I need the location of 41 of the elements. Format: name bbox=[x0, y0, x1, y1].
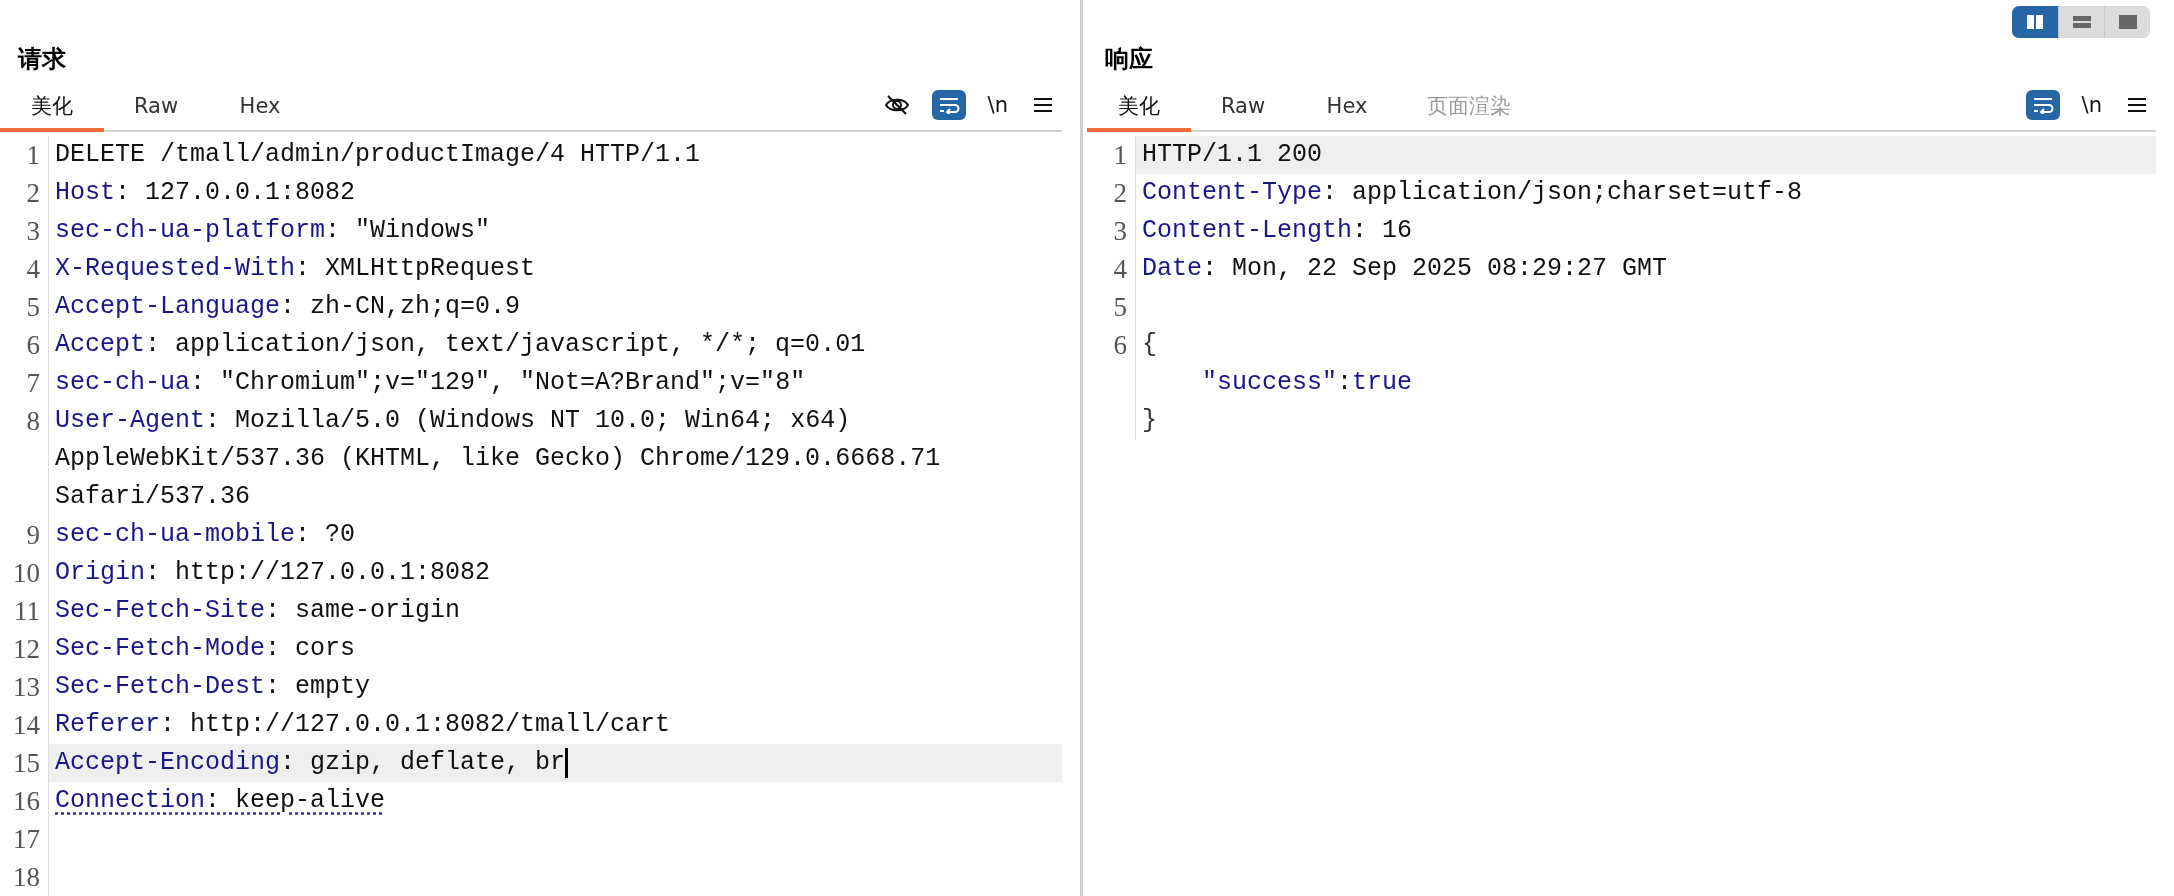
tab[interactable]: Hex bbox=[1295, 82, 1399, 132]
code-text: Date: Mon, 22 Sep 2025 08:29:27 GMT bbox=[1142, 253, 1668, 285]
tab[interactable]: Hex bbox=[208, 82, 312, 132]
pane-title: 响应 bbox=[1104, 44, 1153, 75]
code-text: DELETE /tmall/admin/productImage/4 HTTP/1.1 bbox=[55, 139, 701, 171]
code-text: HTTP/1.1 200 bbox=[1142, 139, 1323, 171]
single-pane-icon bbox=[2118, 15, 2137, 29]
code-text: Sec-Fetch-Site: same-origin bbox=[55, 595, 461, 627]
code-text: Connection: keep-alive bbox=[55, 785, 386, 817]
code-text: Origin: http://127.0.0.1:8082 bbox=[55, 557, 491, 589]
code-text: Accept-Encoding: gzip, deflate, br bbox=[55, 747, 566, 779]
code-text: sec-ch-ua: "Chromium";v="129", "Not=A?Brand";v="8" bbox=[55, 367, 806, 399]
code-text: "success":true bbox=[1202, 367, 1413, 399]
tab[interactable]: Raw bbox=[1191, 82, 1295, 132]
code-text: X-Requested-With: XMLHttpRequest bbox=[55, 253, 536, 285]
newline-toggle[interactable]: \n bbox=[2077, 90, 2106, 120]
code-text: Content-Type: application/json;charset=utf-8 bbox=[1142, 177, 1803, 209]
tab[interactable]: Raw bbox=[104, 82, 208, 132]
wrap-icon[interactable] bbox=[2025, 90, 2060, 120]
code-text: Sec-Fetch-Mode: cors bbox=[55, 633, 356, 665]
tab[interactable]: 美化 bbox=[1087, 82, 1191, 132]
code-text: } bbox=[1142, 405, 1157, 437]
code-text: Content-Length: 16 bbox=[1142, 215, 1413, 247]
code-text: sec-ch-ua-mobile: ?0 bbox=[55, 519, 356, 551]
pane-title: 请求 bbox=[16, 44, 66, 75]
code-text: User-Agent: Mozilla/5.0 (Windows NT 10.0; Win64; x64) AppleWebKit/537.36 (KHTML, like Gecko) Chrome/129.0.6668.71 Safari/537.36 bbox=[55, 405, 942, 513]
code-text: sec-ch-ua-platform: "Windows" bbox=[55, 215, 491, 247]
two-rows-icon bbox=[2072, 15, 2091, 29]
code-text: Accept-Language: zh-CN,zh;q=0.9 bbox=[55, 291, 521, 323]
line-number: 15 bbox=[0, 744, 49, 782]
code-text: Accept: application/json, text/javascript, */*; q=0.01 bbox=[55, 329, 866, 361]
code-text: Sec-Fetch-Dest: empty bbox=[55, 671, 371, 703]
two-columns-icon bbox=[2026, 15, 2044, 29]
code-text: Host: 127.0.0.1:8082 bbox=[55, 177, 356, 209]
code-text: { bbox=[1142, 329, 1157, 361]
code-text: Referer: http://127.0.0.1:8082/tmall/cart bbox=[55, 709, 671, 741]
wrap-icon[interactable] bbox=[931, 90, 966, 120]
line-number: 1 bbox=[1087, 136, 1136, 174]
layout-columns-button[interactable] bbox=[2012, 6, 2058, 38]
tab[interactable]: 美化 bbox=[0, 82, 104, 132]
newline-toggle[interactable]: \n bbox=[983, 90, 1012, 120]
